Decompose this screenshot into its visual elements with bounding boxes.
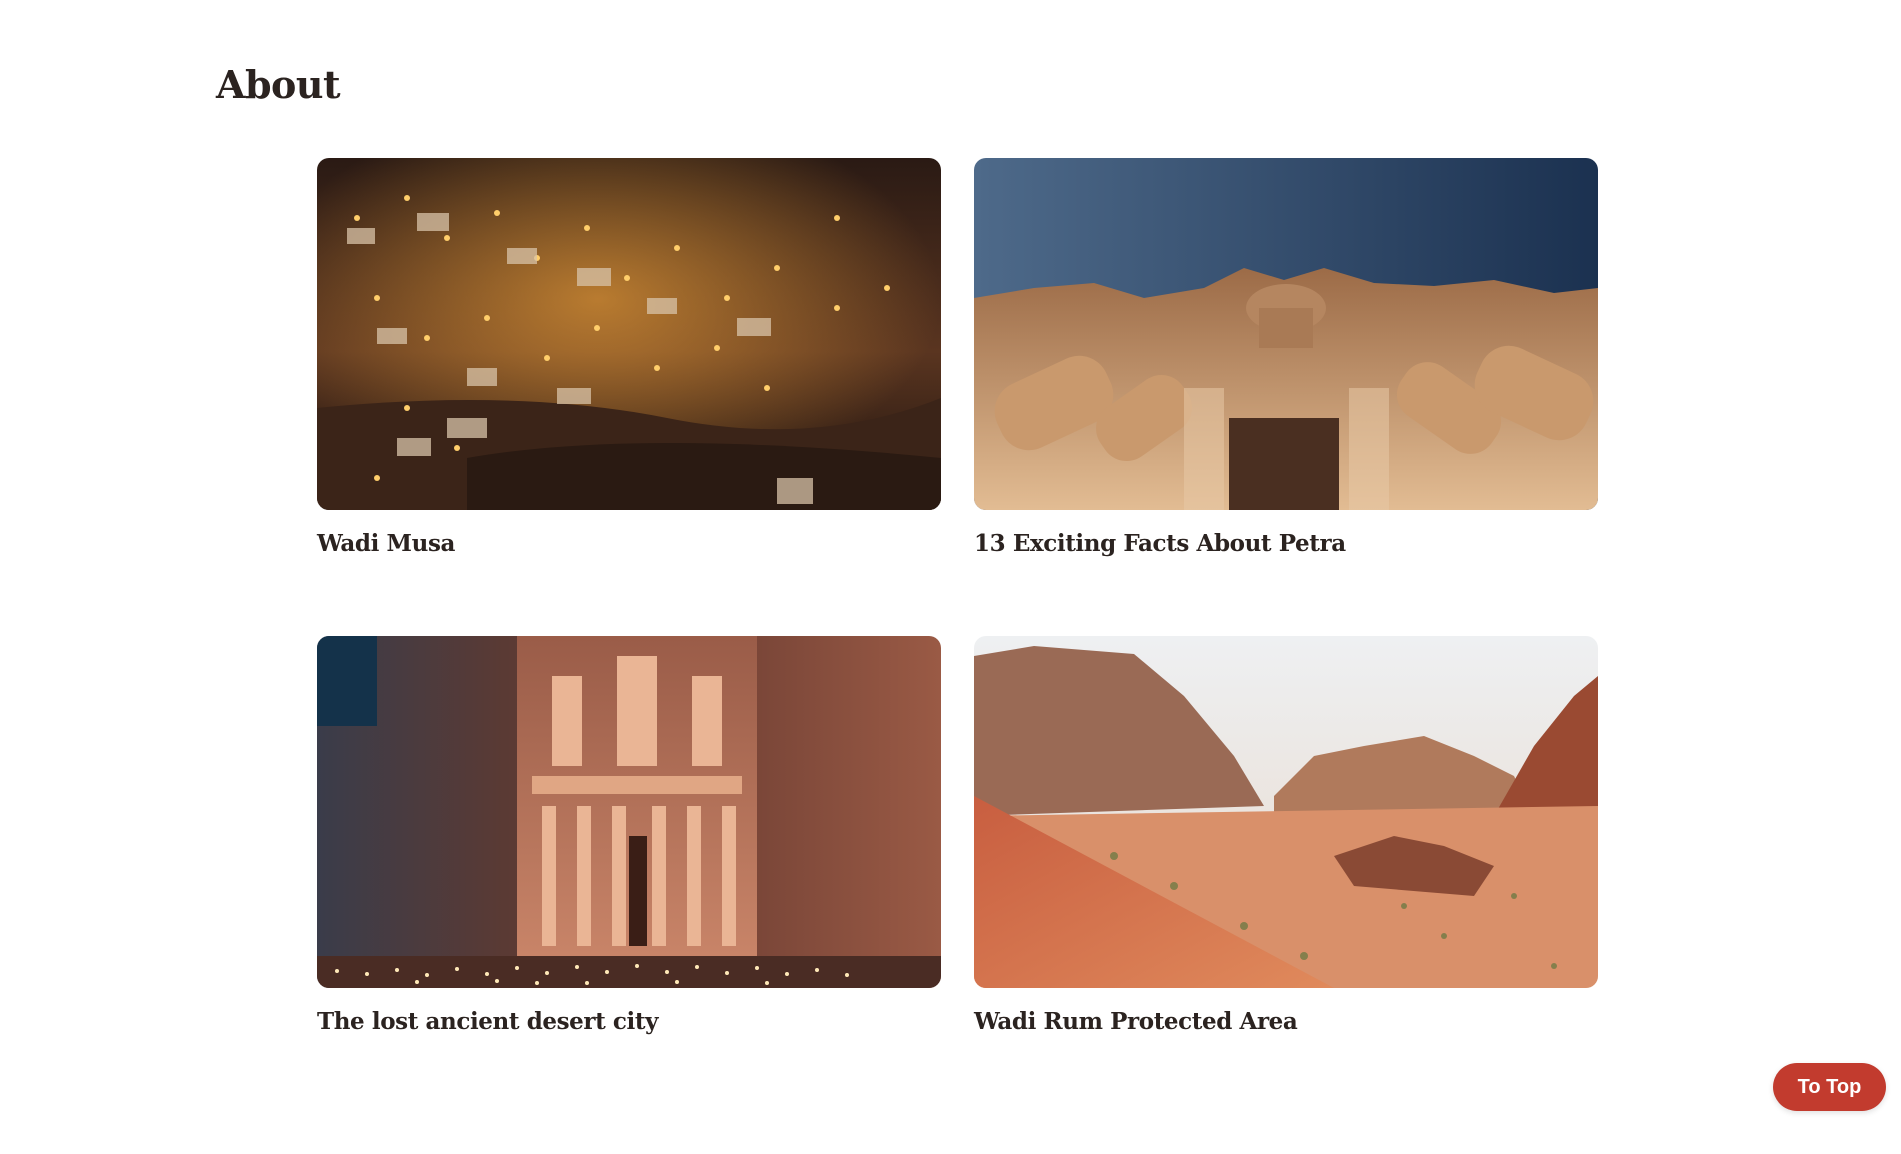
card-title-lost-city[interactable]: The lost ancient desert city bbox=[317, 1008, 941, 1035]
card-image-lost-city[interactable] bbox=[317, 636, 941, 988]
card-title-wadi-rum[interactable]: Wadi Rum Protected Area bbox=[974, 1008, 1598, 1035]
article-card-petra-facts[interactable]: 13 Exciting Facts About Petra bbox=[974, 158, 1598, 636]
card-image-petra-facts[interactable] bbox=[974, 158, 1598, 510]
card-title-petra-facts[interactable]: 13 Exciting Facts About Petra bbox=[974, 530, 1598, 557]
article-card-wadi-rum[interactable]: Wadi Rum Protected Area bbox=[974, 636, 1598, 1114]
article-card-wadi-musa[interactable]: Wadi Musa bbox=[317, 158, 941, 636]
card-title-wadi-musa[interactable]: Wadi Musa bbox=[317, 530, 941, 557]
card-image-wadi-rum[interactable] bbox=[974, 636, 1598, 988]
monastery-facade-photo bbox=[974, 158, 1598, 510]
night-town-photo bbox=[317, 158, 941, 510]
article-card-lost-city[interactable]: The lost ancient desert city bbox=[317, 636, 941, 1114]
section-title: About bbox=[216, 62, 341, 107]
card-image-wadi-musa[interactable] bbox=[317, 158, 941, 510]
article-grid: Wadi Musa 13 Exciting Facts About Petra … bbox=[317, 158, 1599, 1114]
treasury-night-photo bbox=[317, 636, 941, 988]
red-desert-photo bbox=[974, 636, 1598, 988]
to-top-button[interactable]: To Top bbox=[1773, 1063, 1886, 1111]
